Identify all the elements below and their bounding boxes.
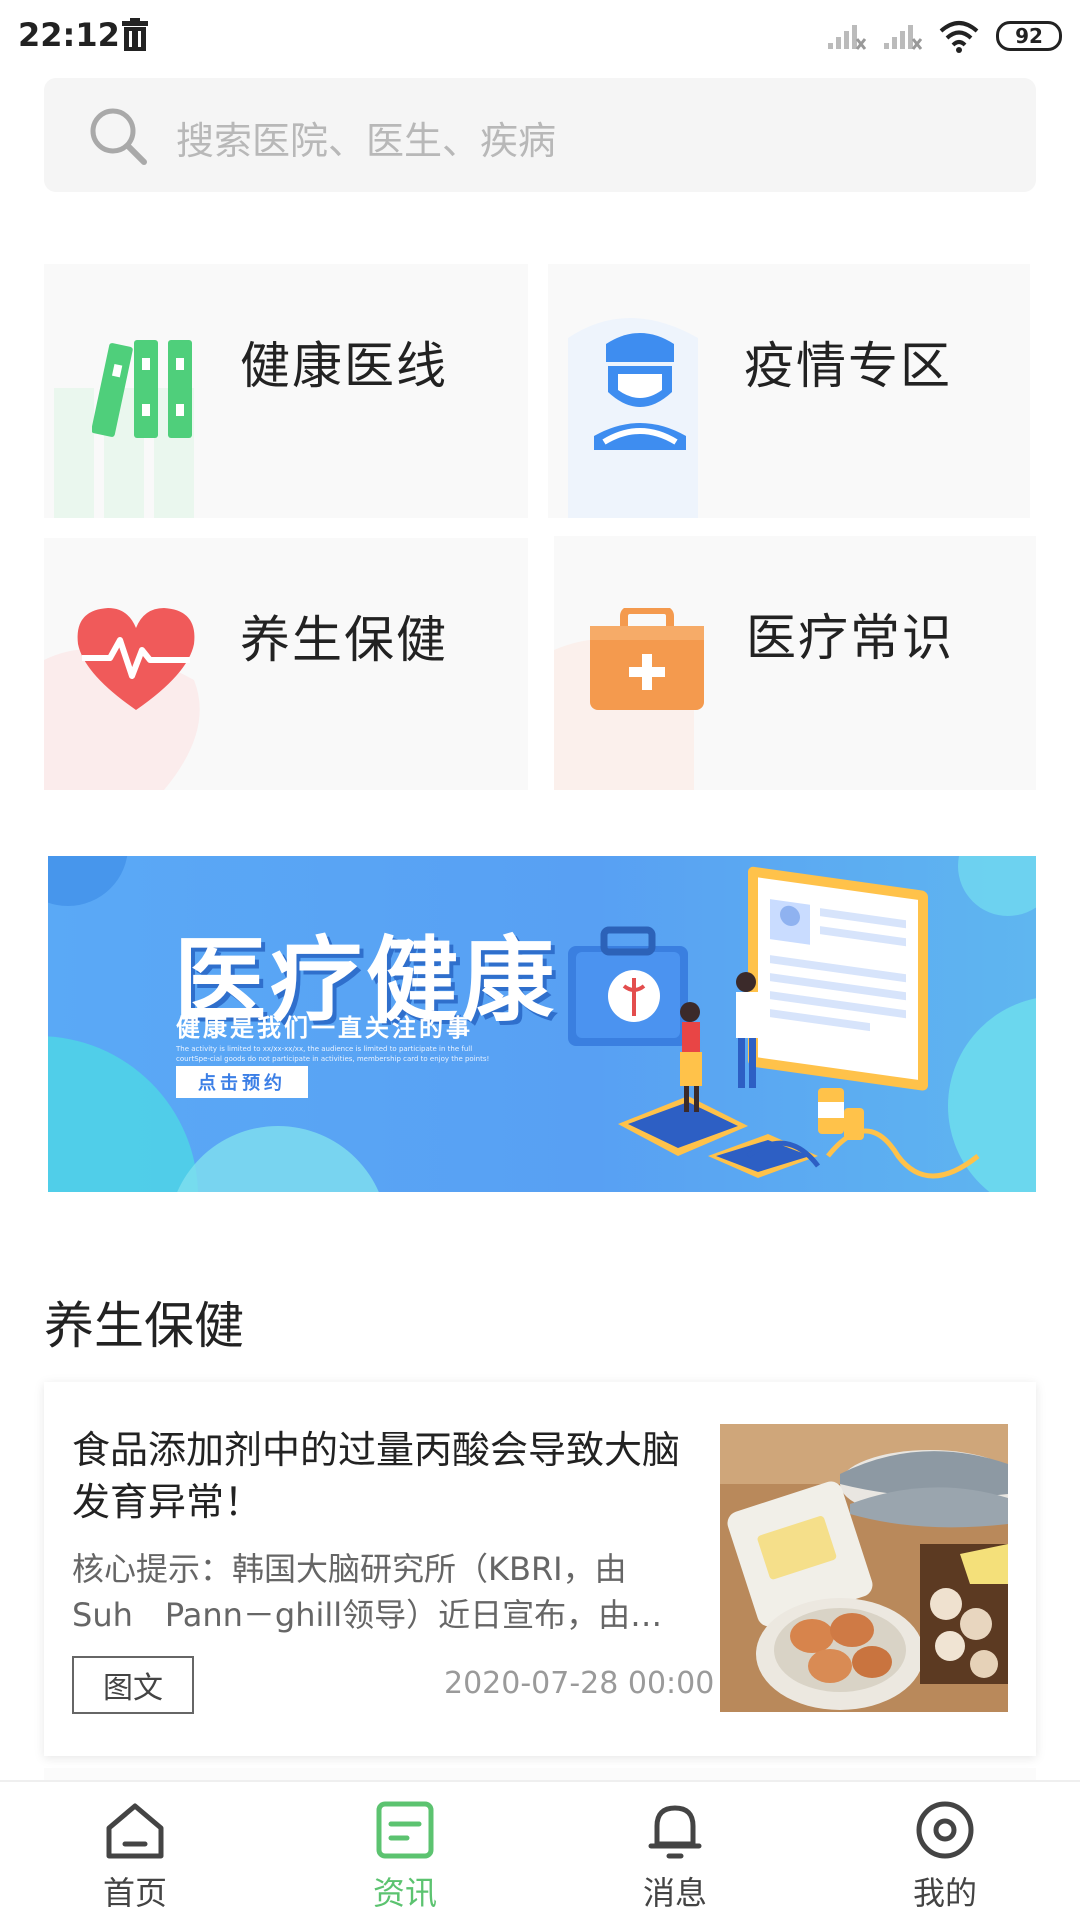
profile-icon [916,1801,974,1859]
battery-indicator: 92 [996,21,1062,51]
search-input[interactable]: 搜索医院、医生、疾病 [176,110,556,165]
nav-profile-label: 我的 [912,1874,977,1912]
article-title: 食品添加剂中的过量丙酸会导致大脑发育异常！ [72,1428,681,1524]
search-icon [90,108,147,165]
trash-icon [122,18,148,51]
section-title: 养生保健 [44,1297,244,1355]
article-card[interactable]: 食品添加剂中的过量丙酸会导致大脑发育异常！ 核心提示：韩国大脑研究所（KBRI，… [44,1382,1036,1756]
first-aid-kit-icon [590,608,704,710]
tile-label: 医疗常识 [746,609,954,667]
banner-subtitle: 健康是我们一直关注的事 [176,1014,473,1042]
banner-book-button[interactable]: 点击预约 [176,1066,308,1098]
signal-icon [828,25,866,50]
tile-wellness[interactable]: 养生保健 [44,538,528,790]
nav-home[interactable]: 首页 [0,1782,270,1920]
nav-messages[interactable]: 消息 [540,1782,810,1920]
article-thumbnail [720,1424,1008,1712]
promo-banner[interactable]: 医疗健康 健康是我们一直关注的事 The activity is limited… [48,856,1036,1192]
signal-icon [884,25,922,50]
status-bar: 22:12 92 [0,0,1080,72]
bottom-navigation: 首页 资讯 消息 我的 [0,1780,1080,1920]
battery-level: 92 [1015,24,1043,48]
nav-news[interactable]: 资讯 [270,1782,540,1920]
article-type-tag: 图文 [72,1656,194,1714]
news-icon [376,1801,434,1859]
search-bar[interactable]: 搜索医院、医生、疾病 [44,78,1036,192]
tile-label: 疫情专区 [744,337,952,395]
nav-news-label: 资讯 [372,1874,437,1912]
masked-doctor-icon [594,333,686,450]
tile-medical-knowledge[interactable]: 医疗常识 [554,536,1036,790]
banner-book-button-label: 点击预约 [198,1073,286,1094]
nav-messages-label: 消息 [642,1874,707,1912]
nav-profile[interactable]: 我的 [810,1782,1080,1920]
tile-label: 养生保健 [240,611,448,669]
food-photo-image [720,1424,1008,1712]
banner-fine-print: The activity is limited to xx/xx-xx/xx, … [176,1045,490,1063]
article-summary: 核心提示：韩国大脑研究所（KBRI，由Suh Pann－ghill领导）近日宣布… [72,1550,663,1634]
heart-pulse-icon [77,608,195,710]
wifi-icon [939,21,979,53]
status-time: 22:12 [18,16,120,54]
tile-epidemic-zone[interactable]: 疫情专区 [548,264,1030,518]
home-icon [106,1803,164,1859]
article-type-label: 图文 [103,1671,163,1706]
nav-home-label: 首页 [102,1874,167,1912]
status-icons: 92 [826,18,1062,54]
folders-icon [92,340,192,438]
bell-icon [648,1805,702,1859]
article-date: 2020-07-28 00:00 [444,1666,715,1701]
tile-health-line[interactable]: 健康医线 [44,264,528,518]
tile-label: 健康医线 [240,337,448,395]
